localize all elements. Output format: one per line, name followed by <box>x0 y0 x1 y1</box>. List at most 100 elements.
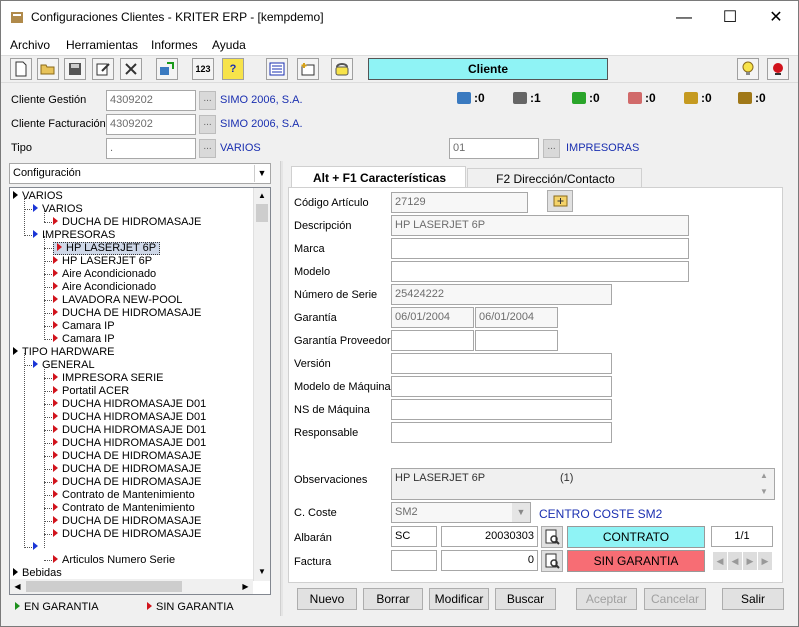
tree-item[interactable]: DUCHA HIDROMASAJE D01 <box>53 437 206 450</box>
save-icon[interactable] <box>64 58 86 80</box>
tree-item[interactable]: Camara IP <box>53 320 115 333</box>
cliente-gestion-field[interactable]: 4309202 <box>106 90 196 111</box>
tipo2-field[interactable]: 01 <box>449 138 539 159</box>
cliente-gestion-lookup-button[interactable]: ... <box>199 91 216 110</box>
tree-item[interactable]: DUCHA DE HIDROMASAJE <box>53 515 201 528</box>
albaran-serie-field[interactable]: SC <box>391 526 437 547</box>
serie-field[interactable]: 25424222 <box>391 284 612 305</box>
first-record-icon[interactable]: ◀ <box>713 552 727 570</box>
minimize-button[interactable]: — <box>661 1 707 35</box>
tip-lightbulb-icon[interactable] <box>737 58 759 80</box>
tree-item[interactable]: DUCHA DE HIDROMASAJE <box>53 463 201 476</box>
scroll-down-icon[interactable]: ▼ <box>254 564 270 580</box>
tree-item[interactable]: Articulos Numero Serie <box>53 554 175 567</box>
modificar-button[interactable]: Modificar <box>429 588 489 610</box>
tree-item[interactable]: DUCHA DE HIDROMASAJE <box>53 216 201 229</box>
borrar-button[interactable]: Borrar <box>363 588 423 610</box>
tipo-lookup-button[interactable]: ... <box>199 139 216 158</box>
scroll-up-icon[interactable]: ▲ <box>254 188 270 204</box>
obs-scroll-down-icon[interactable]: ▼ <box>760 487 768 496</box>
version-field[interactable] <box>391 353 612 374</box>
menu-herramientas[interactable]: Herramientas <box>66 38 138 52</box>
cliente-facturacion-field[interactable]: 4309202 <box>106 114 196 135</box>
scroll-thumb[interactable] <box>256 204 268 222</box>
menu-informes[interactable]: Informes <box>151 38 198 52</box>
tipo2-lookup-button[interactable]: ... <box>543 139 560 158</box>
tree-item[interactable]: Camara IP <box>53 333 115 346</box>
tree-item[interactable]: HP LASERJET 6P <box>53 242 161 255</box>
obs-scroll-up-icon[interactable]: ▲ <box>760 471 768 480</box>
tree-item[interactable]: IMPRESORAS <box>33 229 115 242</box>
tree-item[interactable]: Contrato de Mantenimiento <box>53 502 195 515</box>
codigo-field[interactable]: 27129 <box>391 192 528 213</box>
coste-select[interactable]: SM2 <box>391 502 531 523</box>
cancelar-button[interactable]: Cancelar <box>644 588 706 610</box>
aceptar-button[interactable]: Aceptar <box>576 588 637 610</box>
coste-chevron-down-icon[interactable]: ▼ <box>512 503 530 522</box>
close-button[interactable]: ✕ <box>753 1 799 35</box>
chevron-down-icon[interactable]: ▼ <box>254 165 269 182</box>
modelo-maquina-field[interactable] <box>391 376 612 397</box>
factura-view-button[interactable] <box>541 550 563 572</box>
tab-direccion[interactable]: F2 Dirección/Contacto <box>467 168 642 187</box>
tree-item[interactable]: DUCHA DE HIDROMASAJE <box>53 476 201 489</box>
tree-item[interactable]: Aire Acondicionado <box>53 268 156 281</box>
tree-item[interactable]: TIPO HARDWARE <box>13 346 115 359</box>
configuration-select[interactable]: Configuración <box>9 163 271 184</box>
menu-ayuda[interactable]: Ayuda <box>212 38 246 52</box>
export-icon[interactable] <box>156 58 178 80</box>
nuevo-button[interactable]: Nuevo <box>297 588 357 610</box>
splitter[interactable] <box>280 161 283 616</box>
descripcion-field[interactable]: HP LASERJET 6P <box>391 215 689 236</box>
garantia-prov-to-field[interactable] <box>475 330 558 351</box>
garantia-prov-from-field[interactable] <box>391 330 474 351</box>
delete-icon[interactable] <box>120 58 142 80</box>
phone-icon[interactable] <box>331 58 353 80</box>
factura-number-field[interactable]: 0 <box>441 550 538 571</box>
menu-archivo[interactable]: Archivo <box>10 38 50 52</box>
help-button[interactable]: ? <box>222 58 244 80</box>
tree-item[interactable]: GENERAL <box>33 359 95 372</box>
tree-item[interactable]: DUCHA HIDROMASAJE D01 <box>53 398 206 411</box>
tree-item[interactable]: VARIOS <box>33 203 83 216</box>
next-record-icon[interactable]: ▶ <box>743 552 757 570</box>
factura-serie-field[interactable] <box>391 550 437 571</box>
tree-item[interactable]: DUCHA DE HIDROMASAJE <box>53 528 201 541</box>
modelo-field[interactable] <box>391 261 689 282</box>
observaciones-field[interactable]: HP LASERJET 6P (1) ▲ ▼ <box>391 468 775 500</box>
tree-item[interactable]: DUCHA HIDROMASAJE D01 <box>53 411 206 424</box>
tree-item[interactable]: IMPRESORA SERIE <box>53 372 163 385</box>
tree-item[interactable]: DUCHA HIDROMASAJE D01 <box>53 424 206 437</box>
scroll-left-icon[interactable]: ◀ <box>10 579 25 594</box>
last-record-icon[interactable]: ▶ <box>758 552 772 570</box>
responsable-field[interactable] <box>391 422 612 443</box>
support-icon[interactable] <box>767 58 789 80</box>
tree-vertical-scrollbar[interactable]: ▲ ▼ <box>253 188 270 581</box>
prev-record-icon[interactable]: ◀ <box>728 552 742 570</box>
albaran-view-button[interactable] <box>541 526 563 548</box>
form-icon[interactable] <box>266 58 288 80</box>
marca-field[interactable] <box>391 238 689 259</box>
tree-item[interactable]: Aire Acondicionado <box>53 281 156 294</box>
albaran-number-field[interactable]: 20030303 <box>441 526 538 547</box>
tree-item[interactable]: Contrato de Mantenimiento <box>53 489 195 502</box>
tab-caracteristicas[interactable]: Alt + F1 Características <box>291 166 466 188</box>
tree-item[interactable]: Portatil ACER <box>53 385 129 398</box>
garantia-to-field[interactable]: 06/01/2004 <box>475 307 558 328</box>
salir-button[interactable]: Salir <box>722 588 784 610</box>
maximize-button[interactable]: ☐ <box>707 1 753 35</box>
tree-item[interactable]: LAVADORA NEW-POOL <box>53 294 182 307</box>
buscar-button[interactable]: Buscar <box>495 588 556 610</box>
open-folder-icon[interactable] <box>37 58 59 80</box>
tree-item[interactable]: DUCHA DE HIDROMASAJE <box>53 307 201 320</box>
numbering-button[interactable]: 123 <box>192 58 214 80</box>
h-scroll-thumb[interactable] <box>26 581 182 592</box>
edit-icon[interactable] <box>92 58 114 80</box>
ns-maquina-field[interactable] <box>391 399 612 420</box>
tree-item[interactable]: VARIOS <box>13 190 63 203</box>
tree-item[interactable]: DUCHA DE HIDROMASAJE <box>53 450 201 463</box>
cliente-facturacion-lookup-button[interactable]: ... <box>199 115 216 134</box>
new-doc-icon[interactable] <box>10 58 32 80</box>
add-window-icon[interactable] <box>297 58 319 80</box>
tree-item[interactable]: HP LASERJET 6P <box>53 255 152 268</box>
